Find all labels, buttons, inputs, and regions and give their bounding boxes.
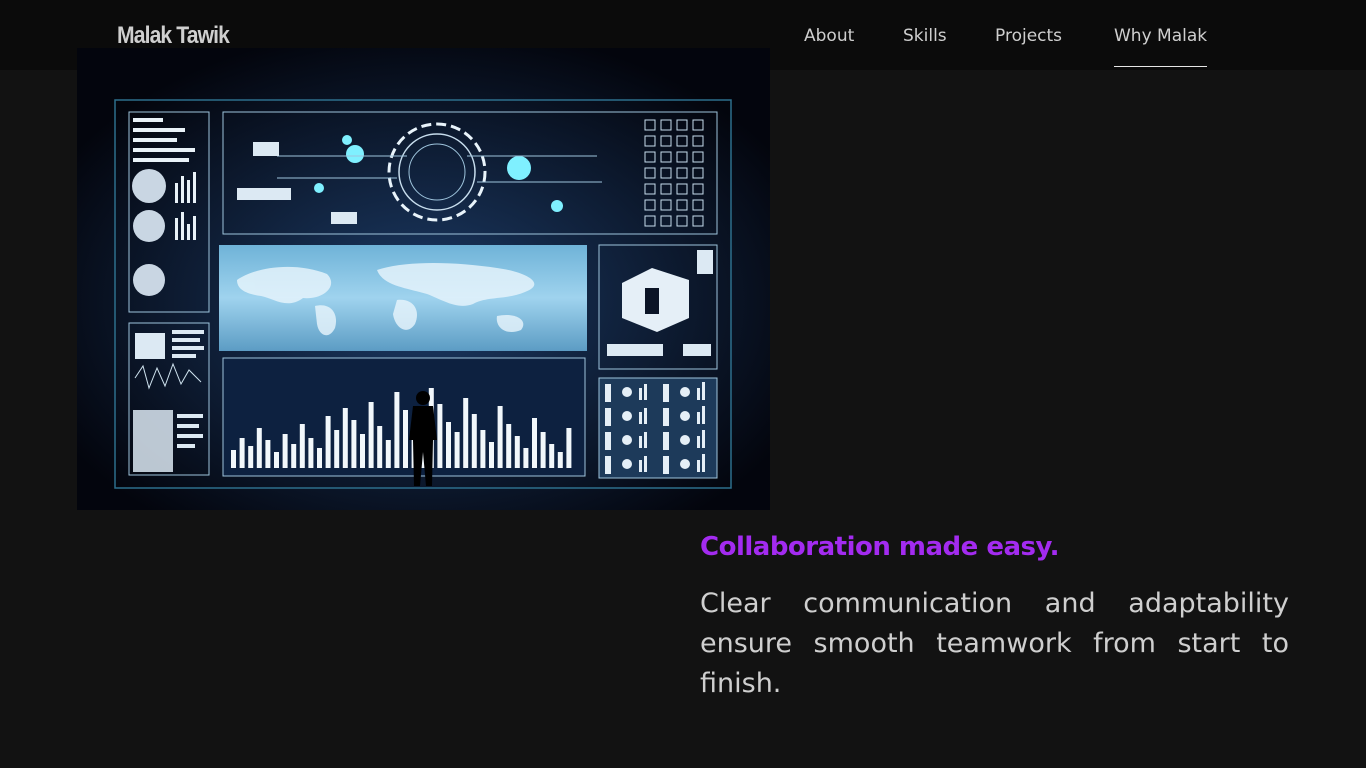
illustration-bar xyxy=(351,420,357,468)
illustration-bar xyxy=(506,424,512,468)
section-headline: Collaboration made easy. xyxy=(700,532,1059,562)
illustration-bar xyxy=(394,392,400,468)
illustration-bar xyxy=(256,428,262,468)
illustration-bar xyxy=(299,424,305,468)
illustration-bar xyxy=(446,422,451,468)
nav-about[interactable]: About xyxy=(804,26,854,46)
illustration-bar xyxy=(514,436,520,468)
illustration-bar xyxy=(471,414,477,468)
illustration-bar xyxy=(549,444,555,468)
illustration-bar xyxy=(342,408,348,468)
illustration-bar xyxy=(489,442,494,468)
illustration-bar xyxy=(566,428,572,468)
nav-skills[interactable]: Skills xyxy=(903,26,947,46)
nav-why-malak[interactable]: Why Malak xyxy=(1114,26,1208,67)
illustration-bar xyxy=(532,418,537,468)
nav-projects[interactable]: Projects xyxy=(995,26,1062,46)
illustration-bar xyxy=(523,448,529,468)
illustration-bar xyxy=(239,438,245,468)
section-body-text: Clear communication and adaptability ens… xyxy=(700,588,1289,699)
illustration-bar xyxy=(437,404,443,468)
illustration-bar xyxy=(377,426,383,468)
illustration-bar xyxy=(317,448,322,468)
illustration-bar xyxy=(480,430,486,468)
illustration-bar xyxy=(360,434,365,468)
illustration-bar xyxy=(308,438,314,468)
illustration-bar xyxy=(231,450,236,468)
hero-image xyxy=(77,48,770,510)
illustration-bar xyxy=(334,430,340,468)
illustration-bar xyxy=(291,444,297,468)
illustration-bar xyxy=(325,416,331,468)
illustration-bar xyxy=(454,432,460,468)
illustration-bar xyxy=(497,406,503,468)
illustration-bar xyxy=(282,434,288,468)
illustration-bar xyxy=(463,398,469,468)
illustration-bar xyxy=(557,452,563,468)
illustration-bar xyxy=(274,452,279,468)
illustration-bar xyxy=(368,402,374,468)
illustration-bar xyxy=(248,446,254,468)
brand-logo[interactable]: Malak Tawik xyxy=(117,22,230,50)
illustration-bar xyxy=(265,440,271,468)
illustration-bar xyxy=(385,440,391,468)
illustration-bar xyxy=(403,410,408,468)
dashboard-illustration xyxy=(77,48,770,510)
illustration-bar xyxy=(540,432,546,468)
